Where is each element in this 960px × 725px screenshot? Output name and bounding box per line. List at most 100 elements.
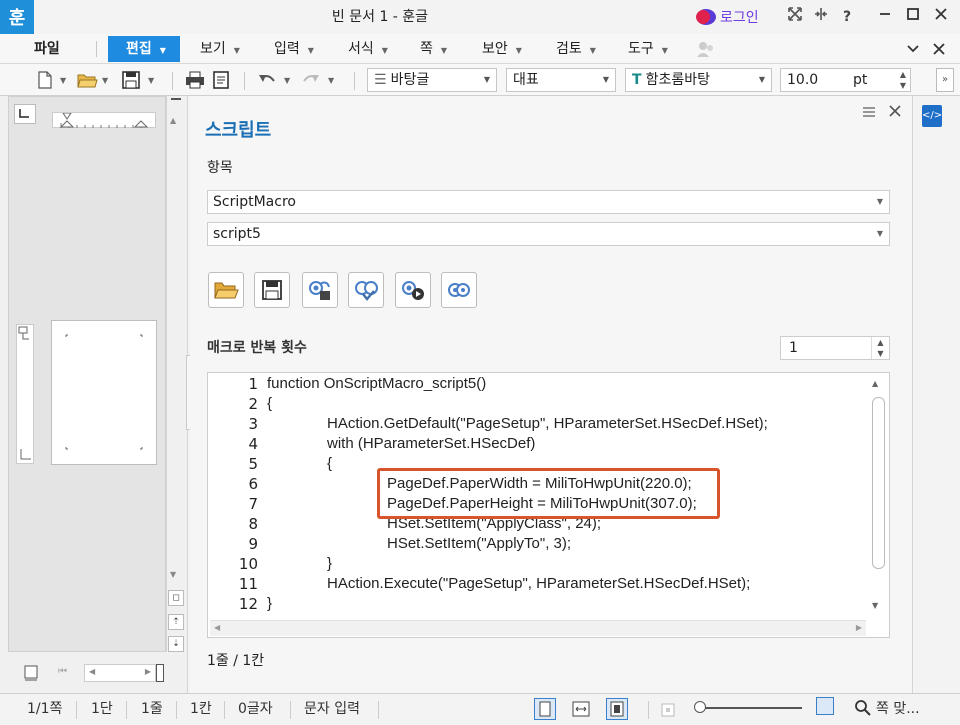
- chevron-down-icon[interactable]: ▼: [284, 76, 290, 85]
- chevron-down-icon[interactable]: ▼: [60, 76, 66, 85]
- scroll-down-icon[interactable]: ▼: [170, 570, 176, 579]
- minimize-icon[interactable]: [874, 6, 896, 28]
- panel-close-icon[interactable]: [888, 102, 902, 123]
- chevron-down-icon[interactable]: [906, 43, 920, 59]
- font-combo[interactable]: T 함초롬바탕 ▼: [625, 68, 772, 92]
- menu-page[interactable]: 쪽 ▼: [420, 34, 447, 64]
- page-up-icon[interactable]: ⇡: [168, 614, 184, 630]
- zoom-out-icon[interactable]: [660, 702, 676, 722]
- redo-icon[interactable]: [300, 69, 322, 91]
- status-line[interactable]: 1줄: [141, 694, 163, 725]
- status-page[interactable]: 1/1쪽: [27, 694, 62, 725]
- menu-edit[interactable]: 편집 ▼: [108, 36, 180, 62]
- code-text: }: [327, 555, 333, 572]
- user-share-icon[interactable]: [696, 40, 716, 62]
- font-size-spinner[interactable]: 10.0 pt ▲ ▼: [780, 68, 911, 92]
- horizontal-ruler[interactable]: [52, 112, 156, 128]
- status-input-mode[interactable]: 문자 입력: [304, 694, 360, 725]
- expand-toolbar-icon[interactable]: »: [936, 68, 954, 92]
- undo-icon[interactable]: [256, 69, 278, 91]
- page-down-icon[interactable]: ⇣: [168, 636, 184, 652]
- panel-splitter[interactable]: [156, 664, 164, 682]
- run-macro-button[interactable]: [395, 272, 431, 308]
- menu-file[interactable]: 파일: [34, 34, 60, 64]
- close-icon[interactable]: [930, 6, 952, 28]
- menu-input[interactable]: 입력 ▼: [274, 34, 314, 64]
- maximize-icon[interactable]: [902, 6, 924, 28]
- view-normal-icon[interactable]: [534, 698, 556, 720]
- repeat-count-spinner[interactable]: 1 ▲ ▼: [780, 336, 890, 360]
- zoom-in-icon[interactable]: [816, 697, 834, 715]
- code-line[interactable]: 3 HAction.GetDefault("PageSetup", HParame…: [208, 414, 868, 434]
- chevron-down-icon[interactable]: ▼: [328, 76, 334, 85]
- code-horizontal-scrollbar[interactable]: ◀ ▶: [210, 620, 866, 636]
- script-macro-combo[interactable]: ScriptMacro ▼: [207, 190, 890, 214]
- code-line[interactable]: 9 HSet.SetItem("ApplyTo", 3);: [208, 534, 868, 554]
- thumbnail-hscroll[interactable]: ◀ ▶: [84, 664, 156, 682]
- panel-menu-icon[interactable]: [862, 104, 876, 123]
- view-full-page-icon[interactable]: [606, 698, 628, 720]
- scroll-left-icon[interactable]: ◀: [89, 667, 95, 676]
- ruler-corner-icon[interactable]: [14, 104, 36, 124]
- script-panel-icon[interactable]: </>: [922, 105, 942, 127]
- code-line[interactable]: 1 function OnScriptMacro_script5(): [208, 374, 868, 394]
- record-macro-button[interactable]: [302, 272, 338, 308]
- thumbnail-toggle-icon[interactable]: [22, 664, 40, 686]
- line-number: 7: [248, 495, 258, 513]
- spinner-arrows-icon[interactable]: ▲ ▼: [871, 337, 889, 359]
- page-view-icon[interactable]: ◻: [168, 590, 184, 606]
- chevron-down-icon[interactable]: ▼: [148, 76, 154, 85]
- open-script-button[interactable]: [208, 272, 244, 308]
- save-script-button[interactable]: [254, 272, 290, 308]
- menu-review[interactable]: 검토 ▼: [556, 34, 596, 64]
- login-button[interactable]: 로그인: [696, 6, 759, 28]
- scroll-thumb[interactable]: [872, 397, 885, 569]
- view-fit-width-icon[interactable]: [570, 698, 592, 720]
- zoom-slider-knob[interactable]: [694, 701, 706, 713]
- status-chars[interactable]: 0글자: [238, 694, 273, 725]
- repeat-macro-button[interactable]: [441, 272, 477, 308]
- page-thumbnail[interactable]: [51, 320, 157, 465]
- close-doc-icon[interactable]: [932, 42, 946, 60]
- menu-format[interactable]: 서식 ▼: [348, 34, 388, 64]
- code-line[interactable]: 12}: [208, 594, 868, 614]
- code-line[interactable]: 4 with (HParameterSet.HSecDef): [208, 434, 868, 454]
- code-line[interactable]: 2{: [208, 394, 868, 414]
- preview-icon[interactable]: [210, 69, 232, 91]
- scroll-down-icon[interactable]: ▼: [872, 601, 878, 610]
- code-vertical-scrollbar[interactable]: ▲ ▼: [870, 377, 888, 615]
- new-document-icon[interactable]: [34, 69, 56, 91]
- script-name-combo[interactable]: script5 ▼: [207, 222, 890, 246]
- vertical-ruler[interactable]: [16, 324, 34, 464]
- left-scrollbar[interactable]: [166, 96, 186, 652]
- print-icon[interactable]: [184, 69, 206, 91]
- scroll-right-icon[interactable]: ▶: [856, 623, 862, 632]
- scroll-up-icon[interactable]: ▲: [170, 116, 176, 125]
- scroll-up-icon[interactable]: ▲: [872, 379, 878, 388]
- style-combo[interactable]: ☰ 바탕글 ▼: [367, 68, 497, 92]
- zoom-fit-button[interactable]: 쪽 맞...: [854, 697, 920, 719]
- scroll-left-icon[interactable]: ◀: [214, 623, 220, 632]
- code-line[interactable]: 11 HAction.Execute("PageSetup", HParamete…: [208, 574, 868, 594]
- status-section[interactable]: 1단: [91, 694, 113, 725]
- chevron-down-icon: ▼: [159, 46, 166, 55]
- stop-record-button[interactable]: [348, 272, 384, 308]
- first-page-icon[interactable]: ⏮: [58, 666, 67, 677]
- open-folder-icon[interactable]: [76, 69, 98, 91]
- code-line[interactable]: 10}: [208, 554, 868, 574]
- status-column[interactable]: 1칸: [190, 694, 212, 725]
- menu-security[interactable]: 보안 ▼: [482, 34, 522, 64]
- split-icon[interactable]: [810, 6, 832, 28]
- language-combo[interactable]: 대표 ▼: [506, 68, 616, 92]
- save-icon: [262, 280, 282, 300]
- menu-view[interactable]: 보기 ▼: [200, 34, 240, 64]
- spinner-arrows-icon[interactable]: ▲ ▼: [900, 69, 906, 91]
- chevron-down-icon[interactable]: ▼: [102, 76, 108, 85]
- scroll-right-icon[interactable]: ▶: [145, 667, 151, 676]
- menu-tools[interactable]: 도구 ▼: [628, 34, 668, 64]
- save-icon[interactable]: [120, 69, 142, 91]
- zoom-slider-track[interactable]: [700, 707, 802, 709]
- fullscreen-icon[interactable]: [784, 6, 806, 28]
- help-icon[interactable]: ?: [836, 6, 858, 28]
- scroll-top-icon[interactable]: [168, 96, 184, 112]
